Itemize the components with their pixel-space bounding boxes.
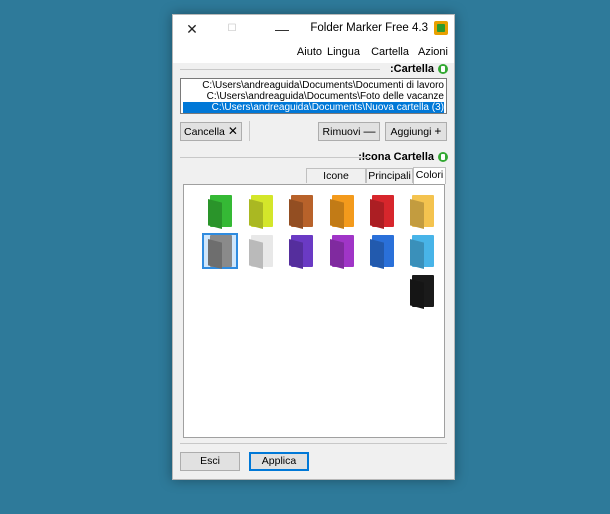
close-button[interactable]: ✕ <box>177 19 207 39</box>
folder-color-swatch-icon[interactable] <box>330 195 354 229</box>
icona-divider <box>180 157 370 158</box>
button-separator <box>249 121 250 141</box>
folder-color-swatch-icon[interactable] <box>249 195 273 229</box>
applica-button[interactable]: Applica <box>249 452 309 471</box>
folder-color-swatch-icon[interactable] <box>410 275 434 309</box>
menu-bar: Azioni Cartella Lingua Aiuto <box>173 43 454 63</box>
aggiungi-label: Aggiungi <box>390 126 432 138</box>
folder-color-swatch-icon[interactable] <box>330 235 354 269</box>
cancella-button[interactable]: ✕Cancella <box>180 122 242 141</box>
menu-aiuto[interactable]: Aiuto <box>297 46 322 58</box>
icona-header: Icona Cartella: <box>358 150 448 164</box>
list-item[interactable]: C:\Users\andreaguida\Documents\Foto dell… <box>183 91 444 102</box>
minus-icon: — <box>363 124 376 138</box>
folder-marker-window: Folder Marker Free 4.3 — ☐ ✕ Azioni Cart… <box>172 14 455 480</box>
info-icon <box>438 64 448 74</box>
cartella-divider <box>180 69 380 70</box>
menu-cartella[interactable]: Cartella <box>371 46 409 58</box>
tab-principali[interactable]: Principali <box>366 168 413 183</box>
list-item[interactable]: C:\Users\andreaguida\Documents\Documenti… <box>183 80 444 91</box>
folder-front <box>410 199 424 229</box>
minimize-button[interactable]: — <box>267 19 297 39</box>
folder-color-swatch-icon[interactable] <box>289 195 313 229</box>
folder-color-swatch-icon[interactable] <box>370 195 394 229</box>
folder-path-list[interactable]: C:\Users\andreaguida\Documents\Documenti… <box>180 78 447 114</box>
aggiungi-button[interactable]: +Aggiungi <box>385 122 447 141</box>
list-item-selected[interactable]: C:\Users\andreaguida\Documents\Nuova car… <box>183 102 444 113</box>
menu-lingua[interactable]: Lingua <box>327 46 360 58</box>
folder-front <box>289 199 303 229</box>
folder-front <box>330 239 344 269</box>
window-title: Folder Marker Free 4.3 <box>310 22 428 34</box>
folder-front <box>249 239 263 269</box>
esci-button[interactable]: Esci <box>180 452 240 471</box>
maximize-button[interactable]: ☐ <box>217 19 247 39</box>
tab-strip: Colori Principali Icone Utente <box>173 167 454 196</box>
cancella-label: Cancella <box>184 126 225 138</box>
menu-azioni[interactable]: Azioni <box>418 46 448 58</box>
folder-front <box>208 199 222 229</box>
folder-front <box>249 199 263 229</box>
folder-color-swatch-icon[interactable] <box>410 235 434 269</box>
tab-colori[interactable]: Colori <box>413 167 446 184</box>
tab-icone-utente[interactable]: Icone Utente <box>306 168 366 196</box>
folder-front <box>289 239 303 269</box>
rimuovi-button[interactable]: —Rimuovi <box>318 122 380 141</box>
folder-front <box>330 199 344 229</box>
folder-color-swatch-icon[interactable] <box>370 235 394 269</box>
cartella-header: Cartella: <box>390 62 448 76</box>
cartella-label: Cartella: <box>389 63 434 75</box>
title-bar: Folder Marker Free 4.3 — ☐ ✕ <box>173 15 454 43</box>
info-icon <box>438 152 448 162</box>
folder-front <box>410 279 424 309</box>
x-icon: ✕ <box>227 124 238 138</box>
folder-front <box>370 239 384 269</box>
color-panel <box>183 184 445 438</box>
folder-color-swatch-icon[interactable] <box>249 235 273 269</box>
folder-front <box>370 199 384 229</box>
folder-color-swatch-icon[interactable] <box>289 235 313 269</box>
folder-color-swatch-icon[interactable] <box>208 195 232 229</box>
rimuovi-label: Rimuovi <box>322 126 361 138</box>
footer-divider <box>180 443 447 444</box>
folder-front <box>410 239 424 269</box>
plus-icon: + <box>434 124 442 138</box>
app-logo-icon <box>434 21 448 35</box>
folder-color-swatch-icon[interactable] <box>208 235 232 269</box>
folder-color-swatch-icon[interactable] <box>410 195 434 229</box>
folder-front <box>208 239 222 269</box>
